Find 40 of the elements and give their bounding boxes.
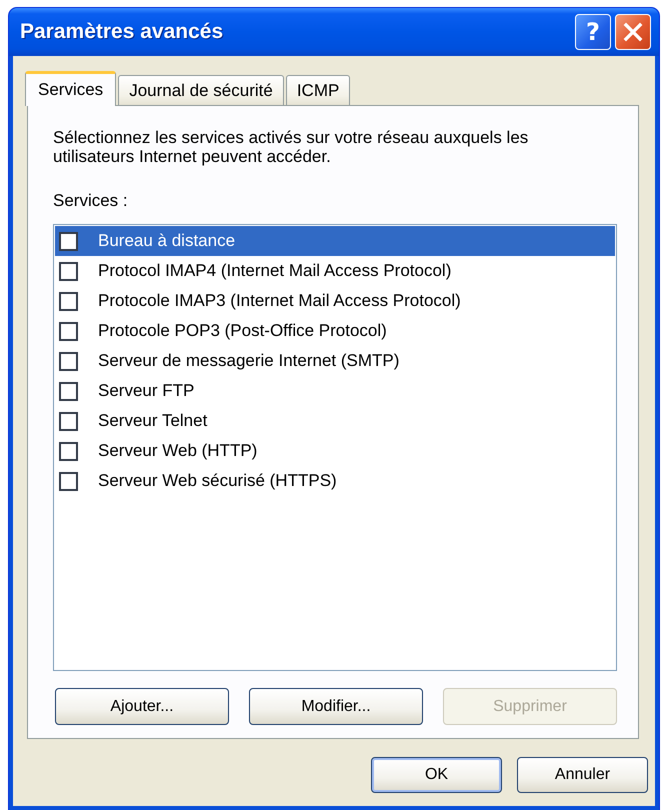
tab[interactable]: ICMP [286,75,350,105]
action-button[interactable]: Ajouter... [55,688,229,725]
window-title: Paramètres avancés [20,20,224,44]
tab[interactable]: Services [25,71,116,106]
service-name: Protocole IMAP3 (Internet Mail Access Protocol) [98,291,461,311]
service-item[interactable]: Serveur de messagerie Internet (SMTP) [55,346,615,376]
close-icon [623,22,643,42]
checkbox[interactable] [59,232,78,250]
service-item[interactable]: Serveur Web sécurisé (HTTPS) [55,466,615,496]
service-name: Serveur Web sécurisé (HTTPS) [98,471,337,491]
action-button[interactable]: Modifier... [249,688,423,725]
checkbox[interactable] [59,322,78,340]
service-name: Serveur de messagerie Internet (SMTP) [98,351,400,371]
service-item[interactable]: Bureau à distance [55,226,615,256]
tab[interactable]: Journal de sécurité [118,75,284,105]
checkbox[interactable] [59,382,78,400]
service-name: Protocole POP3 (Post-Office Protocol) [98,321,387,341]
checkbox[interactable] [59,472,78,490]
checkbox[interactable] [59,292,78,310]
service-name: Serveur Telnet [98,411,208,431]
service-name: Bureau à distance [98,231,236,251]
checkbox[interactable] [59,412,78,430]
service-name: Serveur FTP [98,381,194,401]
service-item[interactable]: Protocole POP3 (Post-Office Protocol) [55,316,615,346]
service-item[interactable]: Serveur FTP [55,376,615,406]
service-item[interactable]: Serveur Web (HTTP) [55,436,615,466]
close-button[interactable] [615,14,651,50]
list-label: Services : [53,191,129,211]
description-text: Sélectionnez les services activés sur votre réseau auxquels les utilisateurs Internet peuvent accéder. [53,128,530,166]
service-item[interactable]: Protocole IMAP3 (Internet Mail Access Protocol) [55,286,615,316]
dialog-button[interactable]: OK [371,757,502,793]
service-item[interactable]: Serveur Telnet [55,406,615,436]
checkbox[interactable] [59,262,78,280]
checkbox[interactable] [59,442,78,460]
help-button[interactable]: ? [575,14,611,50]
service-name: Serveur Web (HTTP) [98,441,258,461]
dialog-button[interactable]: Annuler [517,757,648,793]
checkbox[interactable] [59,352,78,370]
service-name: Protocol IMAP4 (Internet Mail Access Protocol) [98,261,452,281]
service-item[interactable]: Protocol IMAP4 (Internet Mail Access Protocol) [55,256,615,286]
